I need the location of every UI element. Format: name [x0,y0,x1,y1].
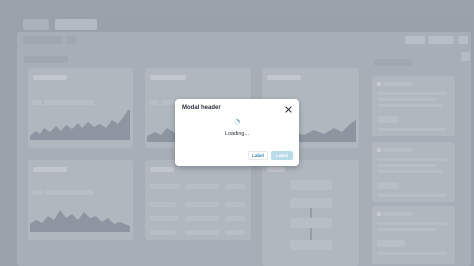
toolbar-button-placeholder [428,36,454,44]
table-cell-placeholder [185,202,219,207]
card-title-placeholder [33,75,67,80]
flow-card [262,160,359,266]
area-chart-placeholder [30,110,130,140]
table-card [145,160,251,240]
text-placeholder [377,164,437,167]
tab-placeholder [23,19,49,30]
text-placeholder [32,100,42,105]
flow-connector [310,228,312,240]
table-cell-placeholder [225,202,245,207]
activity-card [372,76,455,136]
table-cell-placeholder [185,216,219,221]
primary-button[interactable]: Label [271,151,293,160]
card-title-placeholder [150,75,186,80]
table-cell-placeholder [225,184,245,189]
button-placeholder [377,182,399,189]
text-placeholder [377,92,447,95]
chart-card [28,160,133,240]
breadcrumb-placeholder [23,36,63,44]
text-placeholder [44,190,94,195]
text-placeholder [383,148,413,152]
card-title-placeholder [267,167,285,172]
tab-active-placeholder [55,19,97,30]
text-placeholder [149,100,159,105]
table-cell-placeholder [185,184,219,189]
table-cell-placeholder [150,230,176,235]
table-cell-placeholder [150,216,178,221]
toolbar-button-placeholder [458,36,468,44]
table-cell-placeholder [225,216,245,221]
text-placeholder [377,128,447,131]
modal-close-button[interactable] [283,104,293,114]
text-placeholder [377,170,443,173]
activity-card [372,142,455,202]
text-placeholder [377,158,447,161]
text-placeholder [383,82,413,86]
modal-dialog: Modal header Loading... Label Label [175,99,299,166]
bullet-icon [377,212,381,216]
activity-card [372,206,455,264]
button-placeholder [377,116,399,123]
toolbar-button-placeholder [405,36,425,44]
bullet-icon [377,82,381,86]
modal-header: Modal header [182,105,221,111]
table-cell-placeholder [150,202,176,207]
toolbar-icon-placeholder [67,36,76,44]
table-cell-placeholder [225,230,245,235]
close-icon [284,105,292,113]
card-title-placeholder [267,75,301,80]
text-placeholder [377,194,447,197]
secondary-button[interactable]: Label [248,151,268,160]
tab-bar [17,16,471,32]
spinner-icon [234,119,240,125]
text-placeholder [377,98,437,101]
flow-node-placeholder [290,198,332,208]
table-cell-placeholder [150,184,180,189]
button-placeholder [377,240,405,247]
section-title-placeholder [24,56,68,63]
chart-card [28,68,133,148]
text-placeholder [377,228,437,231]
card-title-placeholder [33,167,67,172]
text-placeholder [32,190,42,195]
flow-node-placeholder [290,240,332,250]
panel-expand-icon [461,52,470,61]
text-placeholder [377,222,447,225]
card-title-placeholder [150,167,174,172]
text-placeholder [383,212,413,216]
flow-node-placeholder [290,180,332,190]
flow-node-placeholder [290,218,332,228]
text-placeholder [161,100,175,105]
text-placeholder [377,252,447,255]
loading-status-text: Loading... [224,131,250,137]
panel-title-placeholder [374,59,412,66]
area-chart-placeholder [30,210,130,232]
table-cell-placeholder [185,230,219,235]
text-placeholder [44,100,94,105]
bullet-icon [377,148,381,152]
flow-connector [310,208,312,218]
text-placeholder [377,104,443,107]
toolbar [17,32,471,50]
